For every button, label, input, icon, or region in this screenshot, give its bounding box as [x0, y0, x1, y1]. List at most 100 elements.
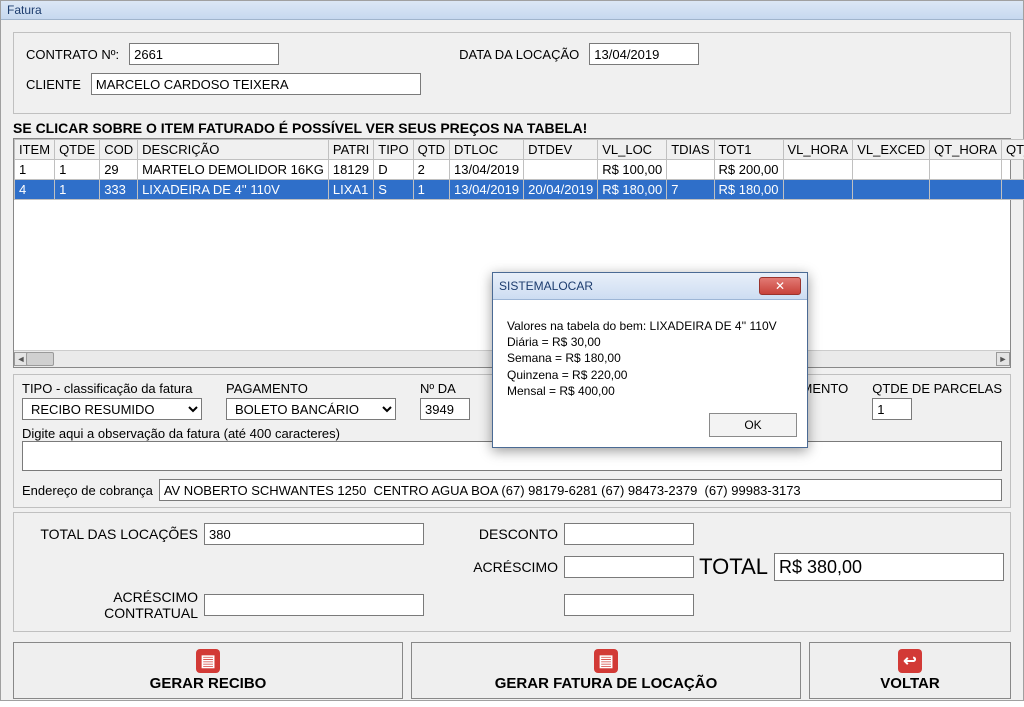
grid-header[interactable]: DTLOC [450, 140, 524, 160]
qtdpar-input[interactable] [872, 398, 912, 420]
scroll-thumb[interactable] [26, 352, 54, 366]
table-cell[interactable] [1001, 160, 1024, 180]
acrescimo-label: ACRÉSCIMO [424, 559, 564, 575]
table-cell[interactable]: R$ 180,00 [714, 180, 783, 200]
grid-header[interactable]: PATRI [328, 140, 373, 160]
dialog-line3: Semana = R$ 180,00 [507, 350, 793, 366]
table-row[interactable]: 1129MARTELO DEMOLIDOR 16KG18129D213/04/2… [15, 160, 1024, 180]
cliente-input[interactable] [91, 73, 421, 95]
table-cell[interactable]: 13/04/2019 [450, 180, 524, 200]
dialog-body: Valores na tabela do bem: LIXADEIRA DE 4… [493, 300, 807, 407]
grid-header[interactable]: ITEM [15, 140, 55, 160]
total-loc-label: TOTAL DAS LOCAÇÕES [24, 526, 204, 542]
contrato-input[interactable] [129, 43, 279, 65]
table-cell[interactable] [930, 180, 1002, 200]
acr-contr-input[interactable] [204, 594, 424, 616]
table-cell[interactable]: LIXADEIRA DE 4'' 110V [138, 180, 329, 200]
table-cell[interactable]: 20/04/2019 [524, 180, 598, 200]
grid-header[interactable]: QTD [413, 140, 449, 160]
table-cell[interactable]: 18129 [328, 160, 373, 180]
nfatura-input[interactable] [420, 398, 470, 420]
grid-header[interactable]: TDIAS [667, 140, 714, 160]
grid-header[interactable]: VL_HORA [783, 140, 853, 160]
grid-header[interactable]: DTDEV [524, 140, 598, 160]
table-cell[interactable] [1001, 180, 1024, 200]
close-icon[interactable]: ✕ [759, 277, 801, 295]
table-cell[interactable]: 1 [413, 180, 449, 200]
table-cell[interactable]: LIXA1 [328, 180, 373, 200]
cliente-label: CLIENTE [26, 77, 81, 92]
dialog-titlebar[interactable]: SISTEMALOCAR ✕ [493, 273, 807, 300]
grid-header[interactable]: TIPO [374, 140, 413, 160]
table-cell[interactable]: 2 [413, 160, 449, 180]
extra-input[interactable] [564, 594, 694, 616]
table-cell[interactable] [783, 180, 853, 200]
tipo-select[interactable]: RECIBO RESUMIDO [22, 398, 202, 420]
dialog-line5: Mensal = R$ 400,00 [507, 383, 793, 399]
totals-fieldset: TOTAL DAS LOCAÇÕES DESCONTO ACRÉSCIMO TO… [13, 512, 1011, 632]
acr-contr-label: ACRÉSCIMO CONTRATUAL [24, 589, 204, 621]
table-cell[interactable]: 333 [100, 180, 138, 200]
grid-header[interactable]: QT_HORA [930, 140, 1002, 160]
table-cell[interactable]: 1 [55, 160, 100, 180]
table-cell[interactable]: MARTELO DEMOLIDOR 16KG [138, 160, 329, 180]
button-bar: ▤ GERAR RECIBO ▤ GERAR FATURA DE LOCAÇÃO… [13, 642, 1011, 699]
dialog-footer: OK [493, 407, 807, 447]
ok-button[interactable]: OK [709, 413, 797, 437]
price-dialog: SISTEMALOCAR ✕ Valores na tabela do bem:… [492, 272, 808, 448]
table-cell[interactable]: 29 [100, 160, 138, 180]
table-cell[interactable]: 1 [55, 180, 100, 200]
table-cell[interactable] [524, 160, 598, 180]
gerar-fatura-button[interactable]: ▤ GERAR FATURA DE LOCAÇÃO [411, 642, 801, 699]
grid-header[interactable]: QTDE [55, 140, 100, 160]
obs-label: Digite aqui a observação da fatura (até … [22, 426, 340, 441]
dialog-title: SISTEMALOCAR [499, 279, 593, 293]
voltar-label: VOLTAR [880, 675, 939, 692]
table-cell[interactable]: S [374, 180, 413, 200]
contrato-label: CONTRATO Nº: [26, 47, 119, 62]
grid-header[interactable]: TOT1 [714, 140, 783, 160]
table-cell[interactable]: 1 [15, 160, 55, 180]
gerar-recibo-label: GERAR RECIBO [150, 675, 267, 692]
table-cell[interactable] [853, 180, 930, 200]
pagamento-label: PAGAMENTO [226, 381, 396, 396]
grid-header[interactable]: QT_E [1001, 140, 1024, 160]
table-cell[interactable] [783, 160, 853, 180]
grid-header[interactable]: VL_LOC [598, 140, 667, 160]
dialog-line1: Valores na tabela do bem: LIXADEIRA DE 4… [507, 318, 793, 334]
table-cell[interactable]: R$ 200,00 [714, 160, 783, 180]
grid-header[interactable]: VL_EXCED [853, 140, 930, 160]
pagamento-select[interactable]: BOLETO BANCÁRIO [226, 398, 396, 420]
scroll-right-icon[interactable]: ► [996, 352, 1010, 366]
addr-input[interactable] [159, 479, 1002, 501]
table-cell[interactable] [853, 160, 930, 180]
invoice-icon: ▤ [594, 649, 618, 673]
total-loc-input[interactable] [204, 523, 424, 545]
table-cell[interactable] [667, 160, 714, 180]
gerar-fatura-label: GERAR FATURA DE LOCAÇÃO [495, 675, 718, 692]
desconto-input[interactable] [564, 523, 694, 545]
table-cell[interactable]: 7 [667, 180, 714, 200]
total-input[interactable] [774, 553, 1004, 581]
acrescimo-input[interactable] [564, 556, 694, 578]
grid-header[interactable]: DESCRIÇÃO [138, 140, 329, 160]
table-cell[interactable] [930, 160, 1002, 180]
gerar-recibo-button[interactable]: ▤ GERAR RECIBO [13, 642, 403, 699]
table-cell[interactable]: 13/04/2019 [450, 160, 524, 180]
window-title: Fatura [1, 1, 1023, 20]
dataloc-input[interactable] [589, 43, 699, 65]
receipt-icon: ▤ [196, 649, 220, 673]
table-cell[interactable]: D [374, 160, 413, 180]
dataloc-label: DATA DA LOCAÇÃO [459, 47, 579, 62]
desconto-label: DESCONTO [424, 526, 564, 542]
table-cell[interactable]: R$ 180,00 [598, 180, 667, 200]
table-cell[interactable]: R$ 100,00 [598, 160, 667, 180]
table-cell[interactable]: 4 [15, 180, 55, 200]
voltar-button[interactable]: ↩ VOLTAR [809, 642, 1011, 699]
grid-header[interactable]: COD [100, 140, 138, 160]
tipo-label: TIPO - classificação da fatura [22, 381, 202, 396]
dialog-line2: Diária = R$ 30,00 [507, 334, 793, 350]
table-row[interactable]: 41333LIXADEIRA DE 4'' 110VLIXA1S113/04/2… [15, 180, 1024, 200]
qtdpar-label: QTDE DE PARCELAS [872, 381, 1002, 396]
addr-label: Endereço de cobrança [22, 483, 153, 498]
